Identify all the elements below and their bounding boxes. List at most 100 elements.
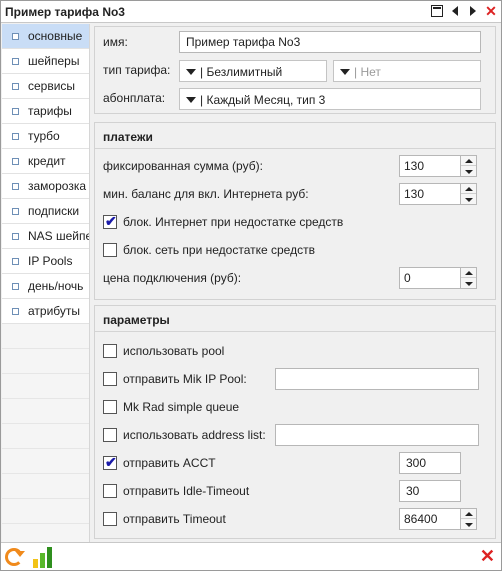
sidebar-item-day-night[interactable]: день/ночь bbox=[2, 274, 89, 299]
sidebar-item-shapers[interactable]: шейперы bbox=[2, 49, 89, 74]
send-idle-timeout-checkbox[interactable] bbox=[103, 484, 117, 498]
send-timeout-checkbox[interactable] bbox=[103, 512, 117, 526]
sidebar-item-label: NAS шейпер bbox=[28, 229, 89, 243]
stepper-down-icon[interactable] bbox=[461, 279, 476, 289]
sidebar-item-credit[interactable]: кредит bbox=[2, 149, 89, 174]
block-network-checkbox[interactable] bbox=[103, 243, 117, 257]
tariff-subtype-select[interactable]: | Нет bbox=[333, 60, 481, 82]
name-field[interactable]: Пример тарифа No3 bbox=[179, 31, 481, 53]
sidebar-item-label: тарифы bbox=[28, 104, 72, 118]
chart-bar-shape bbox=[40, 553, 45, 568]
sidebar-filler bbox=[2, 524, 89, 542]
sidebar-item-tariffs[interactable]: тарифы bbox=[2, 99, 89, 124]
sidebar-item-attributes[interactable]: атрибуты bbox=[2, 299, 89, 324]
sidebar-item-services[interactable]: сервисы bbox=[2, 74, 89, 99]
sidebar-item-label: подписки bbox=[28, 204, 80, 218]
address-list-field[interactable] bbox=[275, 424, 479, 446]
bullet-icon bbox=[12, 308, 19, 315]
stepper-up-icon[interactable] bbox=[461, 509, 476, 519]
name-label: имя: bbox=[103, 35, 128, 49]
stepper-up-icon[interactable] bbox=[461, 268, 476, 278]
min-balance-label: мин. баланс для вкл. Интернета руб: bbox=[103, 187, 309, 201]
title-bar-controls: ✕ bbox=[431, 4, 497, 18]
sidebar-item-basic[interactable]: основные bbox=[2, 24, 89, 49]
restore-icon[interactable] bbox=[431, 5, 443, 17]
stepper-down-icon[interactable] bbox=[461, 195, 476, 205]
chevron-down-icon bbox=[186, 69, 196, 75]
send-timeout-input[interactable]: 86400 bbox=[399, 508, 461, 530]
min-balance-input[interactable]: 130 bbox=[399, 183, 461, 205]
fee-select[interactable]: | Каждый Месяц, тип 3 bbox=[179, 88, 481, 110]
bullet-icon bbox=[12, 108, 19, 115]
stepper-buttons bbox=[461, 155, 477, 177]
payments-section: платежи фиксированная сумма (руб): 130 м… bbox=[94, 122, 496, 300]
mik-ip-pool-field[interactable] bbox=[275, 368, 479, 390]
send-idle-timeout-label: отправить Idle-Timeout bbox=[123, 484, 250, 498]
connect-price-label: цена подключения (руб): bbox=[103, 271, 242, 285]
chart-icon[interactable] bbox=[33, 546, 55, 568]
parameters-title: параметры bbox=[103, 313, 170, 327]
refresh-icon[interactable] bbox=[5, 548, 25, 566]
sidebar-item-label: атрибуты bbox=[28, 304, 81, 318]
block-internet-label: блок. Интернет при недостатке средств bbox=[123, 215, 344, 229]
sidebar: основные шейперы сервисы тарифы турбо кр… bbox=[2, 24, 90, 542]
parameters-section: параметры использовать pool отправить Mi… bbox=[94, 305, 496, 539]
tariff-subtype-value: | Нет bbox=[354, 65, 381, 79]
bullet-icon bbox=[12, 183, 19, 190]
block-network-label: блок. сеть при недостатке средств bbox=[123, 243, 315, 257]
bullet-icon bbox=[12, 233, 19, 240]
sidebar-item-label: основные bbox=[28, 29, 83, 43]
tariff-type-label: тип тарифа: bbox=[103, 63, 171, 77]
close-icon[interactable]: ✕ bbox=[485, 4, 497, 18]
fixed-sum-input[interactable]: 130 bbox=[399, 155, 461, 177]
stepper-up-icon[interactable] bbox=[461, 184, 476, 194]
connect-price-input[interactable]: 0 bbox=[399, 267, 461, 289]
sidebar-item-turbo[interactable]: турбо bbox=[2, 124, 89, 149]
basic-section: имя: Пример тарифа No3 тип тарифа: | Без… bbox=[94, 26, 496, 114]
sidebar-filler bbox=[2, 324, 89, 349]
stepper-buttons bbox=[461, 267, 477, 289]
sidebar-item-freeze[interactable]: заморозка bbox=[2, 174, 89, 199]
payments-header: платежи bbox=[95, 123, 495, 149]
prev-arrow-icon[interactable] bbox=[449, 5, 461, 17]
bullet-icon bbox=[12, 58, 19, 65]
stepper-down-icon[interactable] bbox=[461, 520, 476, 530]
send-acct-checkbox[interactable] bbox=[103, 454, 117, 471]
fixed-sum-stepper[interactable]: 130 bbox=[399, 155, 479, 177]
bullet-icon bbox=[12, 133, 19, 140]
sidebar-item-subscriptions[interactable]: подписки bbox=[2, 199, 89, 224]
min-balance-stepper[interactable]: 130 bbox=[399, 183, 479, 205]
stepper-buttons bbox=[461, 183, 477, 205]
stepper-down-icon[interactable] bbox=[461, 167, 476, 177]
mik-ip-pool-checkbox[interactable] bbox=[103, 372, 117, 386]
chevron-down-icon bbox=[186, 97, 196, 103]
window-title: Пример тарифа No3 bbox=[5, 5, 125, 19]
connect-price-stepper[interactable]: 0 bbox=[399, 267, 479, 289]
block-internet-checkbox[interactable] bbox=[103, 213, 117, 230]
stepper-up-icon[interactable] bbox=[461, 156, 476, 166]
sidebar-item-nas-shaper[interactable]: NAS шейпер bbox=[2, 224, 89, 249]
sidebar-item-label: IP Pools bbox=[28, 254, 73, 268]
close-icon[interactable]: ✕ bbox=[480, 546, 495, 567]
send-idle-timeout-field[interactable]: 30 bbox=[399, 480, 461, 502]
bullet-icon bbox=[12, 283, 19, 290]
send-timeout-label: отправить Timeout bbox=[123, 512, 226, 526]
sidebar-item-label: кредит bbox=[28, 154, 66, 168]
use-pool-checkbox[interactable] bbox=[103, 344, 117, 358]
send-timeout-stepper[interactable]: 86400 bbox=[399, 508, 479, 530]
sidebar-filler bbox=[2, 499, 89, 524]
sidebar-item-ip-pools[interactable]: IP Pools bbox=[2, 249, 89, 274]
rad-simple-queue-checkbox[interactable] bbox=[103, 400, 117, 414]
chevron-down-icon bbox=[340, 69, 350, 75]
parameters-header: параметры bbox=[95, 306, 495, 332]
sidebar-item-label: турбо bbox=[28, 129, 60, 143]
rad-simple-queue-label: Mk Rad simple queue bbox=[123, 400, 240, 414]
sidebar-item-label: заморозка bbox=[28, 179, 87, 193]
tariff-type-select[interactable]: | Безлимитный bbox=[179, 60, 327, 82]
bullet-icon bbox=[12, 83, 19, 90]
address-list-checkbox[interactable] bbox=[103, 428, 117, 442]
bullet-icon bbox=[12, 33, 19, 40]
send-acct-field[interactable]: 300 bbox=[399, 452, 461, 474]
sidebar-item-label: шейперы bbox=[28, 54, 80, 68]
next-arrow-icon[interactable] bbox=[467, 5, 479, 17]
